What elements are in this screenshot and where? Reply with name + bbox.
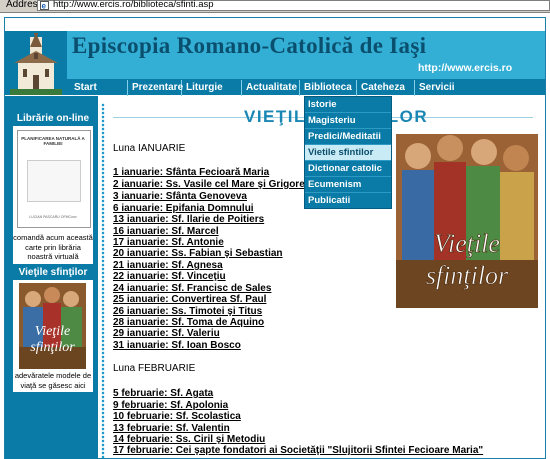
saint-link[interactable]: 22 ianuarie: Sf. Vinceţiu — [113, 271, 226, 282]
saint-link[interactable]: 21 ianuarie: Sf. Agnesa — [113, 260, 223, 271]
saint-link[interactable]: 1 ianuarie: Sfânta Fecioară Maria — [113, 167, 269, 178]
site-url[interactable]: http://www.ercis.ro — [418, 62, 512, 74]
saints-sidebar-title[interactable]: Vieţile sfinţilor — [13, 265, 93, 280]
saints-thumbnail-image[interactable]: Vieţile sfinţilor — [19, 283, 86, 369]
saint-link[interactable]: 13 februarie: Sf. Valentin — [113, 423, 230, 434]
biblioteca-dropdown: Istorie Magisteriu Predici/Meditatii Vie… — [304, 96, 392, 209]
nav-item-servicii[interactable]: Servicii — [415, 80, 473, 96]
dropdown-item-publicatii[interactable]: Publicatii — [305, 193, 391, 208]
month-heading-january: Luna IANUARIE — [113, 143, 186, 154]
saints-artwork-caption-2: sfinţilor — [426, 261, 509, 290]
library-description[interactable]: comandă acum această carte prin librăria… — [13, 233, 93, 262]
svg-text:e: e — [42, 2, 47, 11]
saint-link[interactable]: 3 ianuarie: Sfânta Genoveva — [113, 191, 247, 202]
saint-link[interactable]: 31 ianuarie: Sf. Ioan Bosco — [113, 340, 241, 351]
ie-page-icon: e — [40, 1, 49, 10]
saints-thumbnail-caption-2: sfinţilor — [30, 340, 75, 355]
saint-link[interactable]: 5 februarie: Sf. Agata — [113, 388, 213, 399]
nav-item-prezentare[interactable]: Prezentare — [128, 80, 183, 96]
dropdown-item-predici[interactable]: Predici/Meditatii — [305, 129, 391, 145]
saint-link[interactable]: 16 ianuarie: Sf. Marcel — [113, 226, 219, 237]
saint-link[interactable]: 20 ianuarie: Ss. Fabian şi Sebastian — [113, 248, 283, 259]
nav-item-liturgie[interactable]: Liturgie — [182, 80, 242, 96]
saint-link[interactable]: 6 ianuarie: Epifania Domnului — [113, 203, 254, 214]
nav-item-actualitate[interactable]: Actualitate — [242, 80, 300, 96]
dropdown-item-dictionar[interactable]: Dictionar catolic — [305, 161, 391, 177]
saint-link[interactable]: 24 ianuarie: Sf. Francisc de Sales — [113, 283, 271, 294]
main-nav: Start Prezentare Liturgie Actualitate Bi… — [70, 80, 538, 96]
library-title[interactable]: Librărie on-line — [13, 111, 93, 126]
saints-sidebar-description[interactable]: adevăratele modele de viaţă se găsesc ai… — [13, 371, 93, 390]
site-title: Episcopia Romano-Catolică de Iaşi — [72, 33, 427, 58]
saint-link[interactable]: 13 ianuarie: Sf. Ilarie de Poitiers — [113, 214, 264, 225]
dropdown-item-vietile-sfintilor[interactable]: Vietile sfintilor — [305, 145, 391, 161]
saint-link[interactable]: 9 februarie: Sf. Apolonia — [113, 400, 228, 411]
book-cover-art — [27, 160, 81, 202]
saints-thumbnail-caption-1: Vieţile — [35, 324, 71, 339]
nav-item-cateheza[interactable]: Cateheza — [357, 80, 415, 96]
nav-item-start[interactable]: Start — [70, 80, 128, 96]
saint-link[interactable]: 14 februarie: Ss. Ciril şi Metodiu — [113, 434, 265, 445]
saints-artwork-caption-1: Vieţile — [434, 229, 500, 258]
dotted-divider — [101, 103, 105, 459]
book-cover-title: PLANIFICAREA NATURALĂ A FAMILIEI — [21, 136, 85, 146]
month-heading-february: Luna FEBRUARIE — [113, 363, 196, 374]
address-field[interactable]: e http://www.ercis.ro/biblioteca/sfinti.… — [37, 0, 550, 11]
saint-link[interactable]: 10 februarie: Sf. Scolastica — [113, 411, 241, 422]
dropdown-item-magisteriu[interactable]: Magisteriu — [305, 113, 391, 129]
dropdown-item-istorie[interactable]: Istorie — [305, 97, 391, 113]
saints-artwork-image: Vieţile sfinţilor — [394, 130, 540, 312]
saint-link[interactable]: 29 ianuarie: Sf. Valeriu — [113, 328, 220, 339]
book-cover-author: LUCIAN PASCARU OFMConv — [29, 215, 77, 219]
saint-link[interactable]: 28 ianuarie: Sf. Toma de Aquino — [113, 317, 264, 328]
address-url[interactable]: http://www.ercis.ro/biblioteca/sfinti.as… — [53, 0, 214, 10]
nav-item-biblioteca[interactable]: Biblioteca — [300, 80, 357, 96]
saint-link[interactable]: 17 ianuarie: Sf. Antonie — [113, 237, 224, 248]
saint-link[interactable]: 26 ianuarie: Ss. Timotei şi Titus — [113, 306, 262, 317]
saint-link[interactable]: 17 februarie: Cei şapte fondatori ai Soc… — [113, 445, 483, 456]
dropdown-item-ecumenism[interactable]: Ecumenism — [305, 177, 391, 193]
cathedral-logo-icon — [10, 33, 62, 95]
saint-link[interactable]: 25 ianuarie: Convertirea Sf. Paul — [113, 294, 266, 305]
